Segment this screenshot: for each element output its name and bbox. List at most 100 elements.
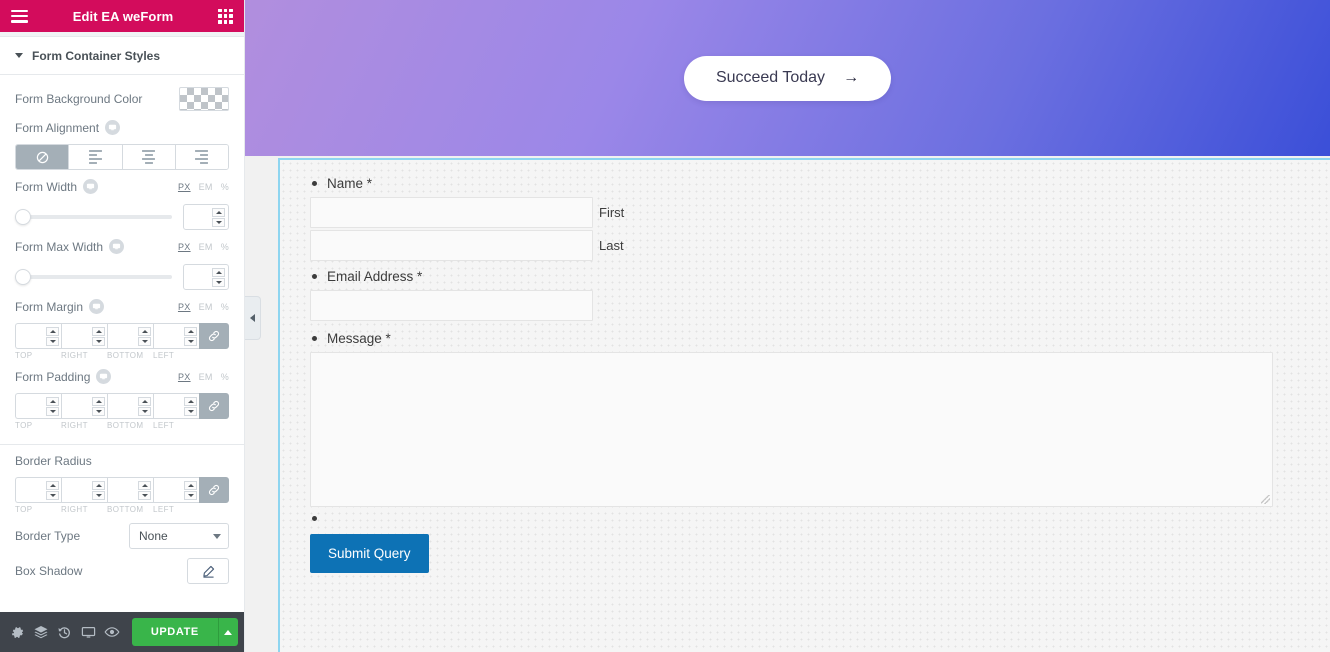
spinner-up-icon[interactable] bbox=[184, 480, 197, 490]
spinner-up-icon[interactable] bbox=[92, 396, 105, 406]
spinner-down-icon[interactable] bbox=[92, 406, 105, 416]
unit-percent[interactable]: % bbox=[221, 302, 229, 312]
padding-left-input[interactable] bbox=[153, 393, 199, 419]
weform-widget[interactable]: Name * First Last Email Address * Messag… bbox=[278, 158, 1330, 652]
margin-bottom-input[interactable] bbox=[107, 323, 153, 349]
padding-top-input[interactable] bbox=[15, 393, 61, 419]
unit-percent[interactable]: % bbox=[221, 372, 229, 382]
navigator-layers-icon[interactable] bbox=[30, 612, 54, 652]
resize-grip-icon[interactable] bbox=[1261, 495, 1270, 504]
pencil-edit-icon[interactable] bbox=[187, 558, 229, 584]
align-none-button[interactable] bbox=[16, 145, 70, 169]
link-chain-icon[interactable] bbox=[199, 477, 229, 503]
unit-px[interactable]: PX bbox=[178, 242, 191, 252]
margin-right-input[interactable] bbox=[61, 323, 107, 349]
margin-left-input[interactable] bbox=[153, 323, 199, 349]
link-chain-icon[interactable] bbox=[199, 323, 229, 349]
section-form-container-styles[interactable]: Form Container Styles bbox=[0, 37, 244, 75]
border-type-select[interactable]: None bbox=[129, 523, 229, 549]
spinner-up-icon[interactable] bbox=[46, 396, 59, 406]
spinner-up-icon[interactable] bbox=[138, 326, 151, 336]
unit-px[interactable]: PX bbox=[178, 182, 191, 192]
unit-em[interactable]: EM bbox=[199, 182, 213, 192]
device-toggle-icon[interactable] bbox=[109, 239, 125, 254]
radius-bottom-input[interactable] bbox=[107, 477, 153, 503]
spinner-down-icon[interactable] bbox=[46, 490, 59, 500]
update-button[interactable]: UPDATE bbox=[131, 618, 218, 646]
spinner-up-icon[interactable] bbox=[212, 267, 225, 277]
spinner-down-icon[interactable] bbox=[184, 336, 197, 346]
number-spinner[interactable] bbox=[212, 267, 225, 287]
align-right-button[interactable] bbox=[175, 145, 228, 169]
form-width-input[interactable] bbox=[183, 204, 229, 230]
email-input[interactable] bbox=[310, 290, 593, 321]
history-revisions-icon[interactable] bbox=[53, 612, 77, 652]
preview-canvas: Succeed Today → Name * First Last Email … bbox=[245, 0, 1330, 652]
succeed-today-button[interactable]: Succeed Today → bbox=[683, 55, 892, 101]
spinner-up-icon[interactable] bbox=[92, 326, 105, 336]
grid-apps-icon[interactable] bbox=[217, 8, 233, 24]
form-max-width-input[interactable] bbox=[183, 264, 229, 290]
spinner-down-icon[interactable] bbox=[46, 336, 59, 346]
preview-eye-icon[interactable] bbox=[100, 612, 124, 652]
slider-handle[interactable] bbox=[15, 269, 31, 285]
first-name-input[interactable] bbox=[310, 197, 593, 228]
responsive-mode-icon[interactable] bbox=[77, 612, 101, 652]
device-toggle-icon[interactable] bbox=[96, 369, 112, 384]
spinner-up-icon[interactable] bbox=[46, 326, 59, 336]
radius-left-input[interactable] bbox=[153, 477, 199, 503]
radius-right-input[interactable] bbox=[61, 477, 107, 503]
padding-right-input[interactable] bbox=[61, 393, 107, 419]
spinner-up-icon[interactable] bbox=[184, 326, 197, 336]
spinner-down-icon[interactable] bbox=[138, 406, 151, 416]
spinner-up-icon[interactable] bbox=[46, 480, 59, 490]
form-width-slider[interactable] bbox=[15, 209, 172, 225]
spinner-up-icon[interactable] bbox=[138, 480, 151, 490]
unit-px[interactable]: PX bbox=[178, 372, 191, 382]
form-max-width-slider[interactable] bbox=[15, 269, 172, 285]
align-center-button[interactable] bbox=[122, 145, 176, 169]
control-form-background-color: Form Background Color bbox=[0, 75, 244, 111]
spinner-up-icon[interactable] bbox=[212, 207, 225, 217]
submit-query-button[interactable]: Submit Query bbox=[310, 534, 429, 573]
align-left-button[interactable] bbox=[69, 145, 123, 169]
spinner-down-icon[interactable] bbox=[92, 490, 105, 500]
spinner-up-icon[interactable] bbox=[138, 396, 151, 406]
caret-up-icon[interactable] bbox=[217, 618, 239, 646]
settings-gear-icon[interactable] bbox=[6, 612, 30, 652]
spinner-up-icon[interactable] bbox=[92, 480, 105, 490]
radius-top-input[interactable] bbox=[15, 477, 61, 503]
number-spinner[interactable] bbox=[212, 207, 225, 227]
side-label-bottom: BOTTOM bbox=[107, 421, 144, 430]
unit-em[interactable]: EM bbox=[199, 302, 213, 312]
unit-percent[interactable]: % bbox=[221, 242, 229, 252]
unit-em[interactable]: EM bbox=[199, 242, 213, 252]
spinner-down-icon[interactable] bbox=[184, 406, 197, 416]
chevron-down-icon bbox=[213, 533, 221, 539]
panel-collapse-handle[interactable] bbox=[245, 296, 261, 340]
margin-top-input[interactable] bbox=[15, 323, 61, 349]
side-label-right: RIGHT bbox=[61, 505, 88, 514]
last-name-input[interactable] bbox=[310, 230, 593, 261]
spinner-down-icon[interactable] bbox=[184, 490, 197, 500]
color-swatch-button[interactable] bbox=[179, 87, 229, 111]
spinner-down-icon[interactable] bbox=[92, 336, 105, 346]
unit-px[interactable]: PX bbox=[178, 302, 191, 312]
control-form-alignment: Form Alignment bbox=[0, 111, 244, 170]
slider-handle[interactable] bbox=[15, 209, 31, 225]
device-toggle-icon[interactable] bbox=[83, 179, 99, 194]
link-chain-icon[interactable] bbox=[199, 393, 229, 419]
device-toggle-icon[interactable] bbox=[105, 120, 121, 135]
message-textarea[interactable] bbox=[310, 352, 1273, 507]
device-toggle-icon[interactable] bbox=[89, 299, 105, 314]
spinner-down-icon[interactable] bbox=[212, 217, 225, 227]
unit-percent[interactable]: % bbox=[221, 182, 229, 192]
unit-em[interactable]: EM bbox=[199, 372, 213, 382]
spinner-up-icon[interactable] bbox=[184, 396, 197, 406]
hamburger-icon[interactable] bbox=[11, 9, 28, 23]
spinner-down-icon[interactable] bbox=[212, 277, 225, 287]
spinner-down-icon[interactable] bbox=[46, 406, 59, 416]
spinner-down-icon[interactable] bbox=[138, 336, 151, 346]
spinner-down-icon[interactable] bbox=[138, 490, 151, 500]
padding-bottom-input[interactable] bbox=[107, 393, 153, 419]
